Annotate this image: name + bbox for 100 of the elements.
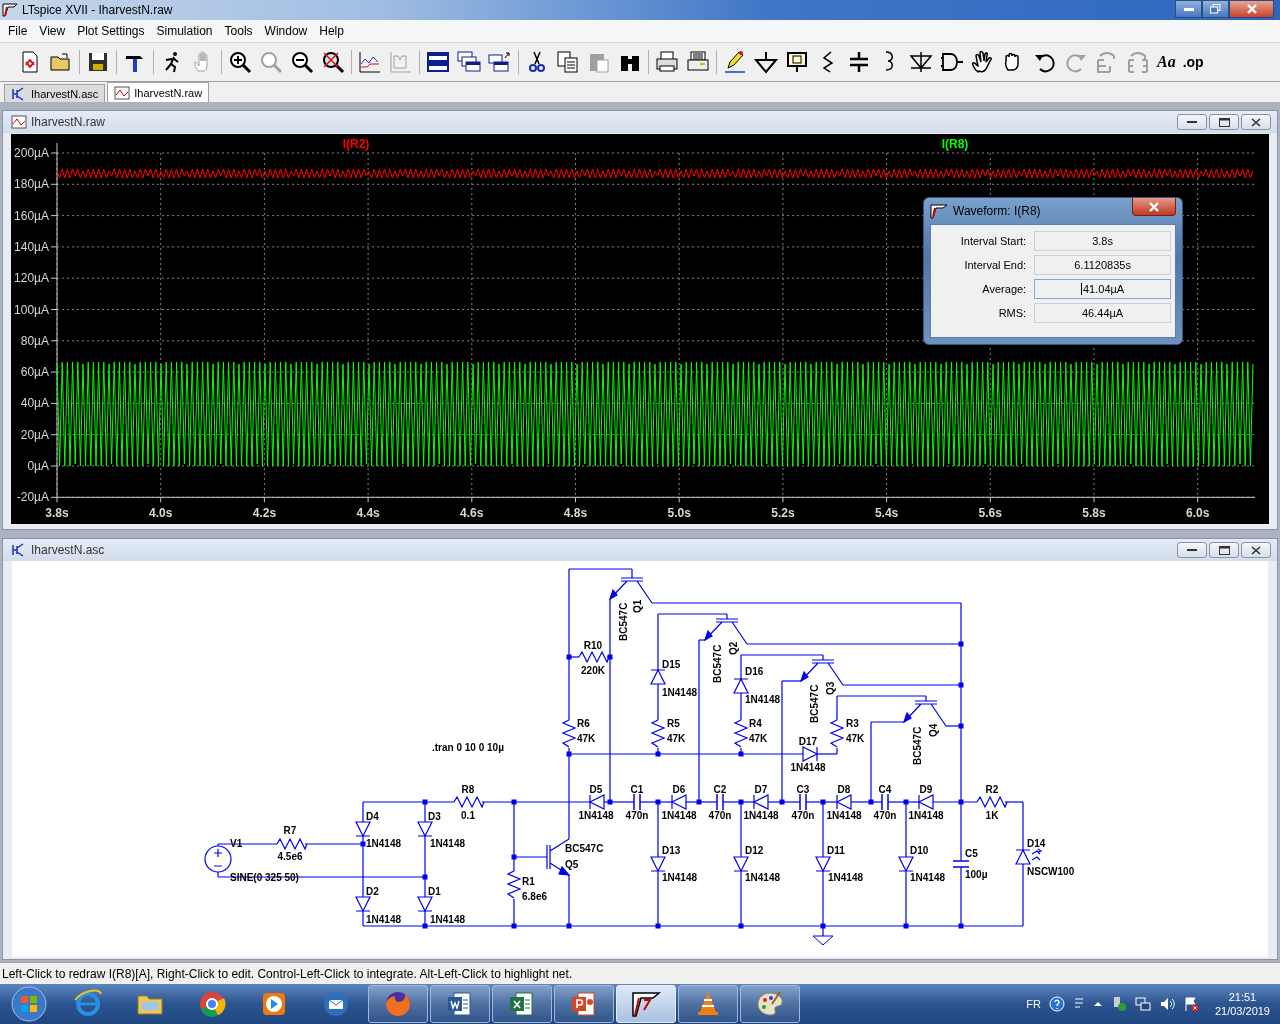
- component-label: D5: [589, 784, 603, 795]
- menu-item[interactable]: Simulation: [150, 24, 219, 38]
- axis-label: 120µA: [14, 271, 49, 286]
- component-label: D1: [428, 886, 441, 897]
- component-label: R2: [985, 784, 999, 795]
- component-value: 1N4148: [662, 687, 698, 698]
- component-value: 47K: [846, 733, 865, 744]
- spice-directive-button[interactable]: .op: [1182, 50, 1204, 74]
- component-label: D15: [662, 659, 681, 670]
- dialog-title: Waveform: I(R8): [953, 204, 1042, 218]
- component-value: 1N4148: [826, 810, 862, 821]
- component-value: 1N4148: [366, 838, 402, 849]
- axis-label: 5.8s: [1082, 506, 1106, 521]
- component-label: D7: [754, 784, 768, 795]
- component-value: BC547C: [809, 684, 820, 723]
- spice-directive: .tran 0 10 0 10µ: [432, 742, 504, 753]
- menu-item[interactable]: View: [33, 24, 72, 38]
- clock-date[interactable]: 21/03/2019: [1214, 1004, 1270, 1018]
- field-label: Interval End:: [963, 259, 1027, 271]
- field-label: Average:: [981, 283, 1027, 295]
- trace-label[interactable]: I(R8): [941, 137, 969, 151]
- menu-item[interactable]: Help: [313, 24, 350, 38]
- component-label: Q4: [928, 723, 939, 737]
- component-label: D12: [745, 845, 764, 856]
- menu-item[interactable]: Window: [258, 24, 314, 38]
- component-value: 47K: [749, 733, 768, 744]
- component-label: D8: [837, 784, 851, 795]
- axis-label: 4.4s: [356, 506, 380, 521]
- component-label: R1: [522, 876, 535, 887]
- menu-item[interactable]: File: [2, 24, 34, 38]
- axis-label: 140µA: [14, 239, 49, 254]
- value-field[interactable]: 41.04µA: [1034, 279, 1171, 299]
- axis-label: 6.0s: [1186, 506, 1210, 521]
- axis-label: 100µA: [14, 302, 49, 317]
- component-value: 1N4148: [662, 872, 698, 883]
- clock-time[interactable]: 21:51: [1228, 990, 1257, 1004]
- axis-label: 5.2s: [771, 506, 795, 521]
- component-value: 1N4148: [743, 810, 779, 821]
- component-label: Q1: [632, 599, 643, 613]
- menu-item[interactable]: Plot Settings: [71, 24, 151, 38]
- component-value: SINE(0 325 50): [230, 872, 299, 883]
- component-value: 4.5e6: [277, 851, 303, 862]
- axis-label: 160µA: [14, 208, 49, 223]
- axis-label: 4.2s: [252, 506, 277, 521]
- component-label: D4: [366, 811, 379, 822]
- component-label: R3: [846, 718, 859, 729]
- component-value: 470n: [791, 810, 815, 821]
- axis-label: 80µA: [20, 333, 49, 348]
- component-value: 1N4148: [908, 810, 944, 821]
- component-label: R7: [283, 825, 297, 836]
- component-label: Q3: [825, 681, 836, 695]
- component-value: 1N4148: [430, 914, 466, 925]
- component-value: 470n: [873, 810, 897, 821]
- value-field[interactable]: 46.44µA: [1034, 303, 1171, 323]
- component-label: C1: [630, 784, 644, 795]
- component-value: 6.8e6: [522, 891, 548, 902]
- window-title: LTspice XVII - IharvestN.raw: [22, 3, 174, 17]
- component-value: 1N4148: [790, 762, 826, 773]
- component-value: 1N4148: [745, 872, 781, 883]
- component-value: BC547C: [618, 602, 629, 641]
- value-field[interactable]: 6.1120835s: [1034, 255, 1171, 275]
- trace-label[interactable]: I(R2): [342, 137, 370, 151]
- component-label: C5: [965, 848, 978, 859]
- component-value: BC547C: [712, 644, 723, 683]
- component-label: D13: [662, 845, 681, 856]
- component-value: 47K: [577, 733, 596, 744]
- component-label: R6: [577, 718, 590, 729]
- component-label: D3: [428, 811, 441, 822]
- component-label: R10: [583, 640, 603, 651]
- text-button[interactable]: Aa: [1157, 50, 1176, 74]
- component-label: D16: [745, 666, 764, 677]
- component-value: BC547C: [912, 726, 923, 765]
- component-label: Q5: [565, 859, 579, 870]
- component-value: 1N4148: [661, 810, 697, 821]
- document-tab[interactable]: IharvestN.raw: [107, 82, 210, 102]
- component-value: 1N4148: [910, 872, 946, 883]
- component-label: D9: [919, 784, 933, 795]
- status-text: Left-Click to redraw I(R8)[A], Right-Click to edit. Control-Left-Click to integrate. Alt-Left-Click to highlight net.: [2, 966, 573, 981]
- axis-label: 3.8s: [45, 506, 69, 521]
- component-label: C2: [713, 784, 727, 795]
- axis-label: 4.6s: [460, 506, 484, 521]
- component-label: C3: [796, 784, 810, 795]
- field-label: RMS:: [997, 307, 1027, 319]
- component-value: 220K: [581, 665, 605, 676]
- component-value: 1N4148: [578, 810, 614, 821]
- axis-label: 4.0s: [149, 506, 173, 521]
- component-value: 100µ: [965, 869, 988, 880]
- language-indicator[interactable]: FR: [1026, 998, 1041, 1010]
- axis-label: 5.4s: [874, 506, 899, 521]
- component-value: 470n: [708, 810, 732, 821]
- component-value: 1N4148: [828, 872, 864, 883]
- axis-label: 200µA: [14, 146, 49, 160]
- component-value: 1K: [985, 810, 999, 821]
- component-label: Q2: [728, 641, 739, 655]
- component-label: R5: [667, 718, 680, 729]
- window-title: IharvestN.raw: [31, 115, 107, 129]
- document-tab[interactable]: IharvestN.asc: [4, 84, 106, 102]
- value-field[interactable]: 3.8s: [1034, 231, 1171, 251]
- menu-item[interactable]: Tools: [218, 24, 259, 38]
- field-label: Interval Start:: [959, 235, 1027, 247]
